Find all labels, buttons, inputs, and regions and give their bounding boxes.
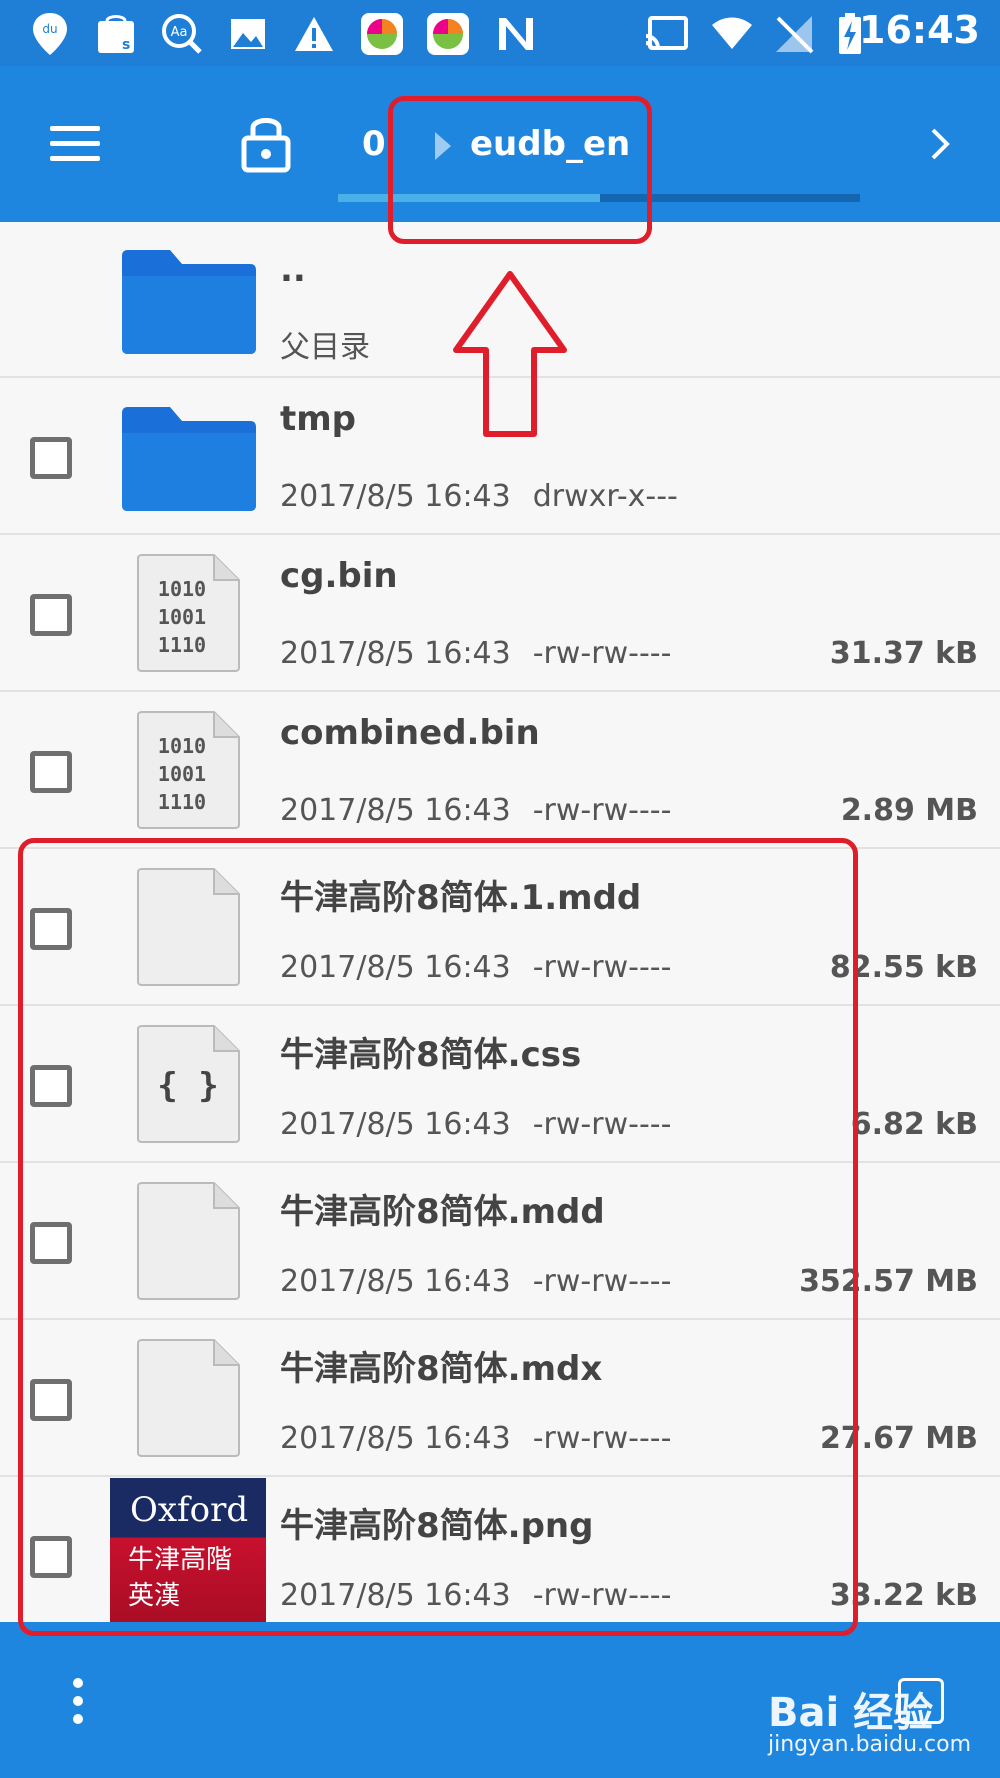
select-checkbox[interactable]	[30, 437, 72, 479]
select-checkbox[interactable]	[30, 751, 72, 793]
annotation-up-arrow-icon	[452, 270, 568, 438]
chevron-right-icon[interactable]	[925, 126, 955, 162]
file-meta: 2017/8/5 16:43 -rw-rw----	[280, 636, 671, 671]
file-name: ..	[280, 250, 306, 290]
binary-file-icon: 1010 1001 1110	[136, 554, 240, 672]
svg-text:Aa: Aa	[171, 25, 188, 40]
warning-icon	[290, 10, 338, 58]
du-map-icon: du	[26, 10, 74, 58]
file-permissions: -rw-rw----	[532, 636, 672, 671]
n-icon	[492, 10, 540, 58]
file-date: 2017/8/5 16:43	[280, 636, 511, 671]
binary-line: 1010	[158, 577, 206, 601]
cast-icon	[642, 10, 690, 58]
binary-line: 1001	[158, 605, 206, 629]
app-colorful-icon	[358, 10, 406, 58]
status-bar: du s Aa 16:43	[0, 0, 1000, 66]
shopping-bag-icon: s	[92, 10, 140, 58]
watermark-badge-icon	[898, 1678, 944, 1724]
binary-line: 1010	[158, 734, 206, 758]
file-date: 2017/8/5 16:43	[280, 479, 511, 514]
svg-text:s: s	[122, 37, 130, 53]
binary-line: 1110	[158, 790, 206, 814]
file-name: combined.bin	[280, 713, 540, 753]
file-meta: 2017/8/5 16:43 drwxr-x---	[280, 479, 678, 514]
list-item-cg-bin[interactable]: 1010 1001 1110 cg.bin 2017/8/5 16:43 -rw-rw…	[0, 536, 1000, 692]
file-size: 6.82 kB	[850, 1107, 978, 1142]
dictionary-icon: Aa	[158, 10, 206, 58]
file-meta: 2017/8/5 16:43 -rw-rw----	[280, 793, 671, 828]
svg-text:du: du	[42, 22, 57, 36]
select-checkbox[interactable]	[30, 594, 72, 636]
binary-line: 1001	[158, 762, 206, 786]
file-size: 2.89 MB	[840, 793, 978, 828]
annotation-highlight-dictionary-files	[18, 838, 858, 1636]
wifi-icon	[708, 10, 756, 58]
clock-time: 16:43	[859, 8, 980, 52]
no-sim-icon	[770, 10, 818, 58]
breadcrumb-root[interactable]: 0	[362, 124, 386, 164]
file-permissions: -rw-rw----	[532, 793, 672, 828]
file-meta: 父目录	[280, 330, 370, 365]
folder-icon	[120, 403, 258, 513]
menu-icon[interactable]	[50, 126, 100, 166]
annotation-highlight-breadcrumb	[388, 96, 652, 244]
app-colorful-icon-2	[424, 10, 472, 58]
file-date: 2017/8/5 16:43	[280, 793, 511, 828]
file-name: tmp	[280, 399, 357, 439]
folder-icon	[120, 246, 258, 356]
lock-icon[interactable]	[240, 112, 292, 174]
file-size: 31.37 kB	[829, 636, 978, 671]
file-name: cg.bin	[280, 556, 398, 596]
binary-file-icon: 1010 1001 1110	[136, 711, 240, 829]
image-icon	[224, 10, 272, 58]
file-permissions: drwxr-x---	[532, 479, 678, 514]
bottom-action-bar: Bai 经验 jingyan.baidu.com	[0, 1622, 1000, 1778]
list-item-combined-bin[interactable]: 1010 1001 1110 combined.bin 2017/8/5 16:43…	[0, 693, 1000, 849]
more-options-icon[interactable]	[66, 1678, 90, 1728]
binary-line: 1110	[158, 633, 206, 657]
watermark-url: jingyan.baidu.com	[768, 1732, 972, 1757]
